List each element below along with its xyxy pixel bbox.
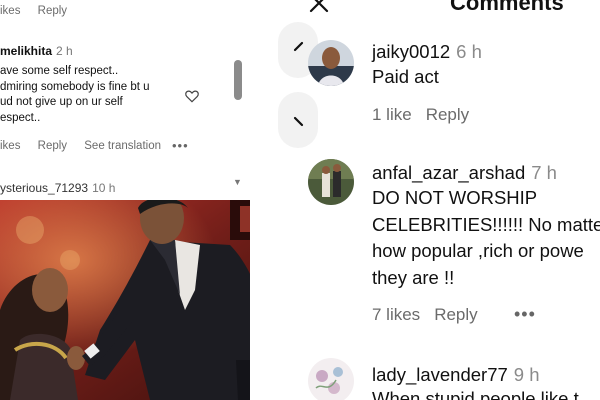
next-comment-header: ysterious_71293 10 h	[0, 181, 115, 195]
likes-link[interactable]: 1 like	[372, 105, 412, 124]
comments-title: Comments	[450, 0, 564, 15]
comment-time: 2 h	[56, 44, 73, 58]
left-comment-panel: ikes Reply melikhita 2 h ave some self re…	[0, 0, 246, 196]
likes-link[interactable]: ikes	[0, 140, 20, 152]
stage-scene-image	[0, 200, 289, 400]
comment-time: 7 h	[531, 162, 557, 183]
reply-link[interactable]: Reply	[38, 140, 67, 152]
comment-time: 9 h	[513, 364, 540, 385]
comment-username[interactable]: anfal_azar_arshad	[372, 162, 525, 183]
reply-link[interactable]: Reply	[38, 5, 67, 17]
comment-username[interactable]: jaiky0012	[372, 41, 450, 62]
reply-link[interactable]: Reply	[434, 305, 477, 324]
likes-link[interactable]: ikes	[0, 5, 20, 17]
comment-text: DO NOT WORSHIP CELEBRITIES!!!!!! No matt…	[372, 187, 600, 288]
right-comment-panel: Comments jaiky0012 6 h Paid act 1 like Rep…	[250, 0, 600, 400]
heart-icon[interactable]	[184, 88, 200, 104]
avatar[interactable]	[308, 159, 354, 205]
scrollbar-thumb[interactable]	[234, 60, 242, 100]
comment-actions: 1 like Reply	[372, 105, 469, 125]
comment-time: 6 h	[456, 41, 482, 62]
reply-link[interactable]: Reply	[426, 105, 469, 124]
more-options-icon[interactable]: •••	[514, 304, 536, 325]
comment-header: lady_lavender77 9 h	[372, 364, 540, 386]
scroll-down-arrow-icon[interactable]: ▼	[233, 177, 242, 187]
more-options-icon[interactable]: •••	[172, 138, 189, 153]
comment-text: Paid act	[372, 66, 439, 87]
avatar[interactable]	[308, 358, 354, 400]
comment-header: melikhita 2 h	[0, 44, 73, 58]
chevron-up-left-icon	[293, 41, 304, 52]
close-icon[interactable]	[308, 0, 330, 14]
comment-username[interactable]: melikhita	[0, 44, 52, 58]
see-translation-link[interactable]: See translation	[84, 140, 161, 152]
top-comment-actions: ikes Reply	[0, 5, 81, 17]
avatar[interactable]	[308, 40, 354, 86]
comment-header: jaiky0012 6 h	[372, 41, 482, 63]
comment-text: ave some self respect.. dmiring somebody…	[0, 65, 150, 124]
comment-header: anfal_azar_arshad 7 h	[372, 162, 557, 184]
comment-username[interactable]: ysterious_71293	[0, 181, 88, 195]
comment-username[interactable]: lady_lavender77	[372, 364, 508, 385]
next-button[interactable]	[278, 92, 318, 148]
likes-link[interactable]: 7 likes	[372, 305, 420, 324]
chevron-down-right-icon	[293, 116, 304, 127]
comment-actions: 7 likes Reply	[372, 305, 478, 325]
comment-text: When stupid people like t	[372, 388, 579, 400]
comment-actions: ikes Reply See translation	[0, 140, 175, 152]
event-photo	[0, 200, 289, 400]
comment-time: 10 h	[92, 181, 116, 195]
